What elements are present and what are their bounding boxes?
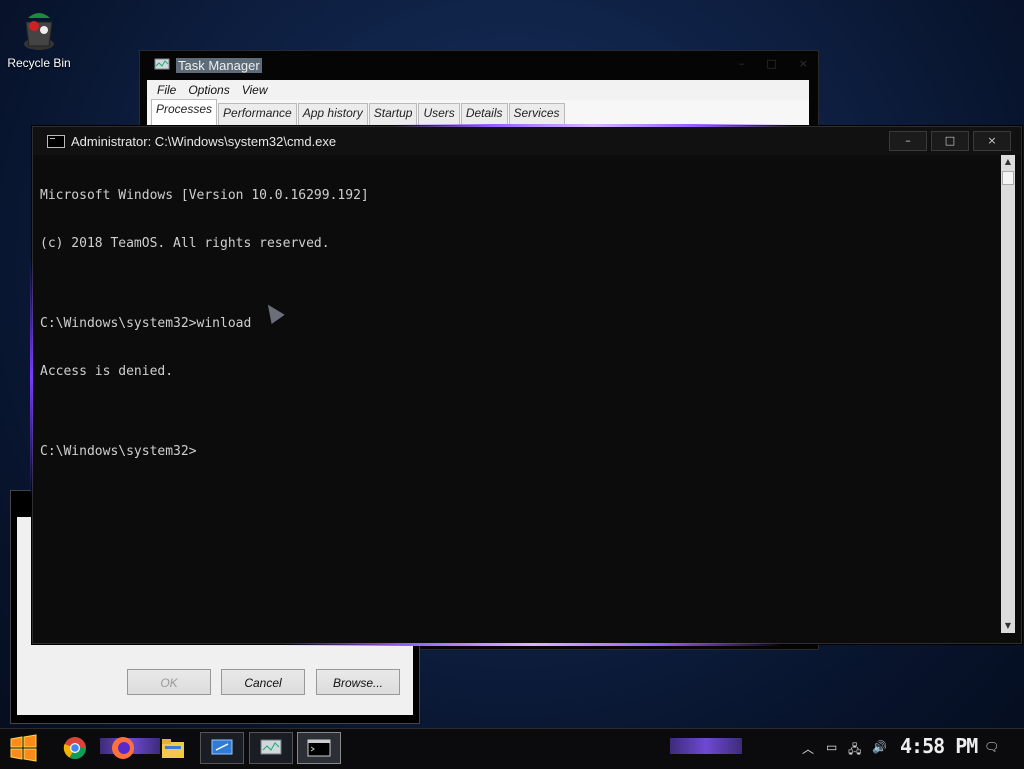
menu-options[interactable]: Options — [184, 83, 233, 97]
recycle-bin-icon — [22, 8, 56, 52]
tab-app-history[interactable]: App history — [297, 103, 368, 125]
console-line: Access is denied. — [40, 364, 174, 379]
scroll-thumb[interactable] — [1002, 171, 1014, 185]
console-line: C:\Windows\system32>winload — [40, 316, 252, 331]
console-line: Microsoft Windows [Version 10.0.16299.19… — [40, 188, 369, 203]
tablet-icon[interactable]: ▭ — [826, 740, 837, 754]
remote-desktop-icon[interactable] — [200, 732, 244, 764]
file-explorer-icon[interactable] — [156, 732, 190, 764]
scroll-down-icon[interactable]: ▼ — [1001, 619, 1015, 633]
tab-users[interactable]: Users — [418, 103, 460, 125]
recycle-bin-label: Recycle Bin — [7, 56, 71, 70]
task-manager-title: Task Manager — [176, 57, 262, 73]
task-manager-titlebar[interactable]: Task Manager — [140, 51, 818, 79]
tab-processes[interactable]: Processes — [151, 99, 218, 125]
menu-file[interactable]: File — [153, 83, 180, 97]
cmd-icon — [47, 134, 65, 148]
notification-icon[interactable]: 🗨 — [984, 740, 999, 754]
console-output[interactable]: Microsoft Windows [Version 10.0.16299.19… — [40, 156, 1000, 634]
chrome-icon[interactable] — [58, 732, 92, 764]
window-glow — [283, 643, 783, 646]
tab-performance[interactable]: Performance — [218, 103, 297, 125]
window-glow — [30, 257, 33, 497]
close-button[interactable]: × — [799, 57, 808, 70]
ok-button[interactable]: OK — [127, 669, 211, 695]
vertical-scrollbar[interactable]: ▲ ▼ — [1001, 155, 1015, 633]
task-manager-menubar: File Options View — [147, 80, 809, 100]
network-icon[interactable]: 🖧 — [848, 740, 861, 761]
chevron-up-icon[interactable]: ︿ — [802, 740, 814, 757]
console-prompt: C:\Windows\system32> — [40, 444, 197, 459]
console-line: (c) 2018 TeamOS. All rights reserved. — [40, 236, 330, 251]
volume-icon[interactable]: 🔊 — [872, 740, 887, 754]
tab-details[interactable]: Details — [460, 103, 508, 125]
task-manager-icon[interactable] — [249, 732, 293, 764]
browse-button[interactable]: Browse... — [316, 669, 400, 695]
tab-startup[interactable]: Startup — [368, 103, 418, 125]
menu-view[interactable]: View — [238, 83, 272, 97]
cmd-icon[interactable] — [297, 732, 341, 764]
recycle-bin-desktop-icon[interactable]: Recycle Bin — [6, 8, 72, 70]
maximize-button[interactable]: □ — [766, 57, 776, 70]
cmd-titlebar[interactable]: Administrator: C:\Windows\system32\cmd.e… — [33, 127, 1021, 155]
scroll-up-icon[interactable]: ▲ — [1001, 155, 1015, 169]
firefox-icon[interactable] — [106, 732, 140, 764]
tab-services[interactable]: Services — [508, 103, 565, 125]
window-glow — [393, 124, 793, 127]
cmd-window: Administrator: C:\Windows\system32\cmd.e… — [30, 124, 1022, 646]
cmd-title: Administrator: C:\Windows\system32\cmd.e… — [71, 133, 337, 149]
close-button[interactable]: × — [973, 131, 1011, 151]
maximize-button[interactable]: □ — [931, 131, 969, 151]
cancel-button[interactable]: Cancel — [221, 669, 305, 695]
start-icon[interactable] — [6, 732, 40, 764]
task-manager-icon — [154, 58, 170, 70]
clock[interactable]: 4:58 PM — [900, 734, 978, 758]
minimize-button[interactable]: – — [739, 57, 745, 70]
task-manager-tabs: Processes Performance App history Startu… — [147, 99, 809, 126]
taskbar-accent — [670, 738, 742, 754]
minimize-button[interactable]: – — [889, 131, 927, 151]
